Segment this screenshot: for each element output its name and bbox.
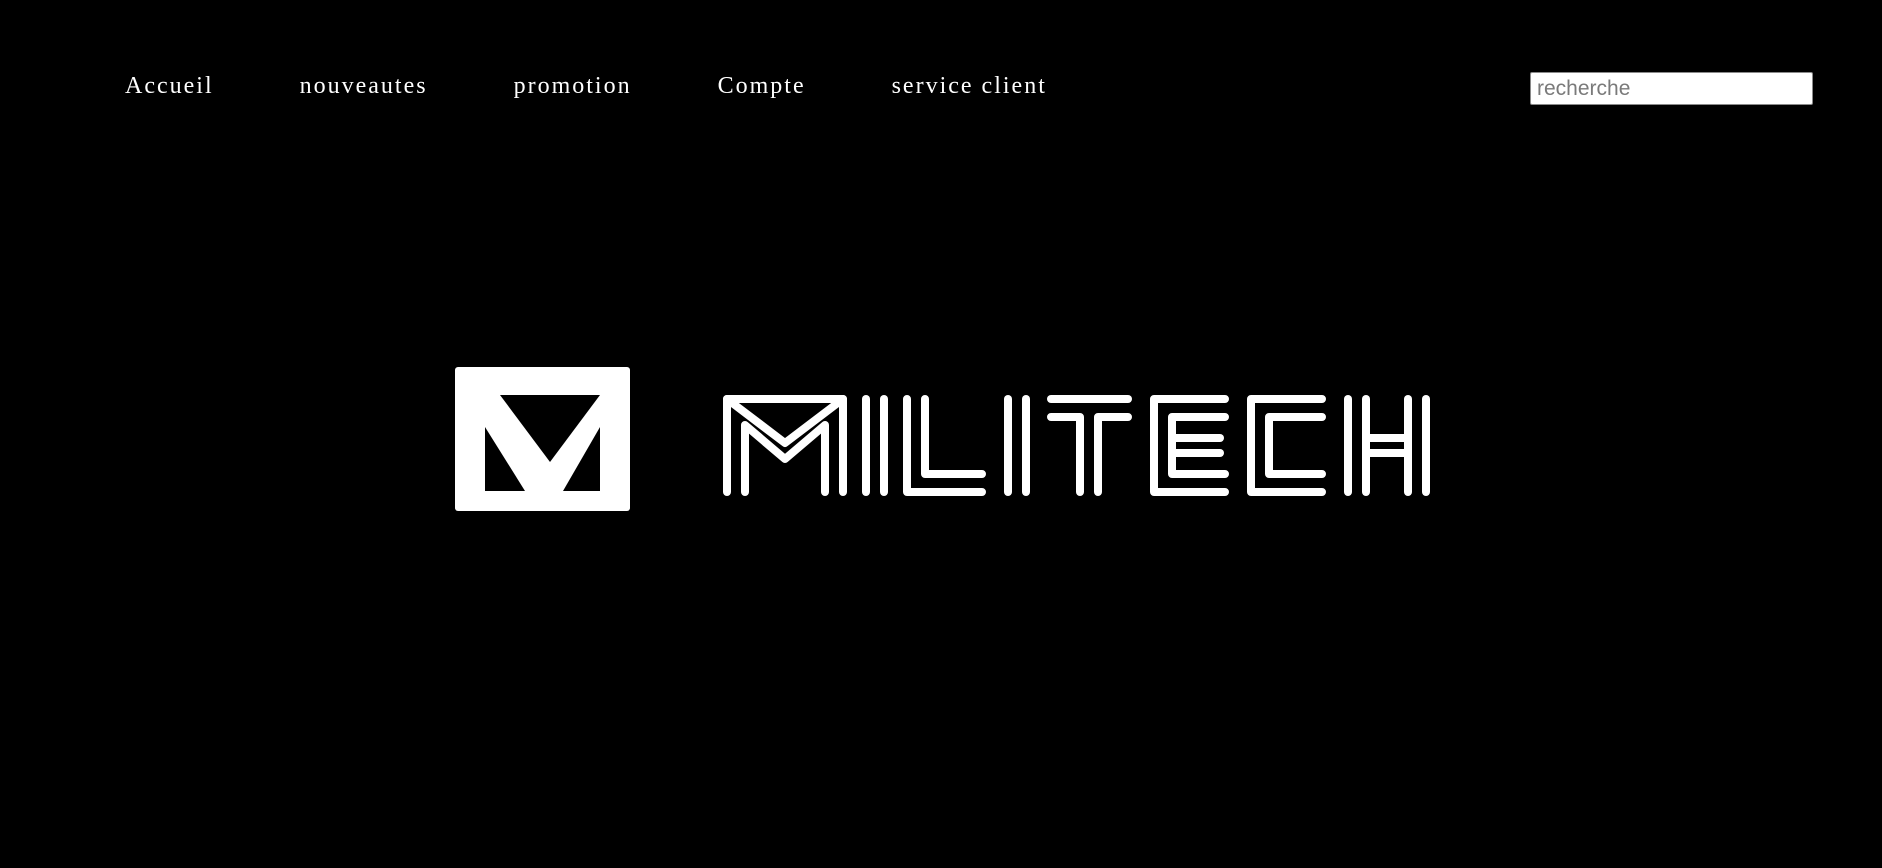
militech-v-icon — [455, 367, 630, 511]
nav-promotion[interactable]: promotion — [514, 73, 632, 100]
nav-nouveautes[interactable]: nouveautes — [300, 73, 428, 100]
nav-service-client[interactable]: service client — [892, 73, 1047, 100]
militech-wordmark — [723, 395, 1430, 496]
main-nav: Accueil nouveautes promotion Compte serv… — [125, 68, 1133, 104]
militech-logo — [455, 367, 1430, 511]
nav-accueil[interactable]: Accueil — [125, 73, 214, 100]
nav-compte[interactable]: Compte — [718, 73, 806, 100]
search-input[interactable] — [1530, 72, 1813, 105]
